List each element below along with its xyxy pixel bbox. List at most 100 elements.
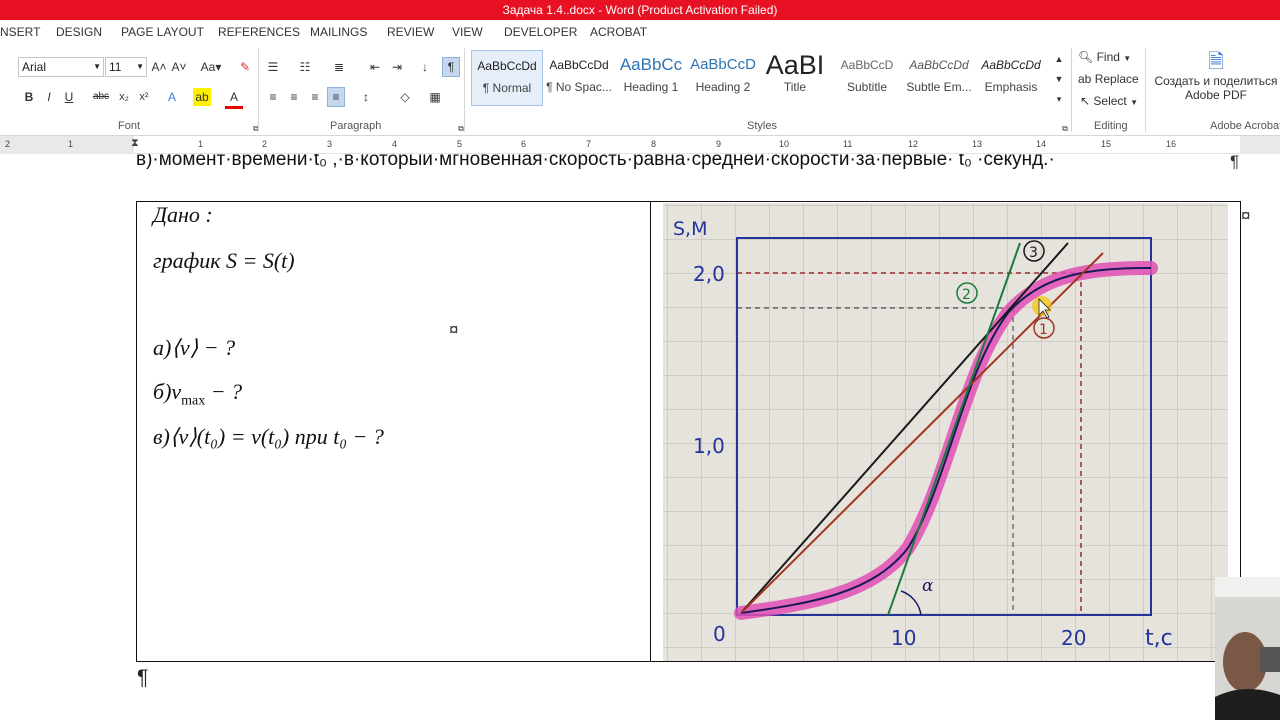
question-b-formula: б)vmax − ? — [153, 379, 242, 409]
tab-references[interactable]: REFERENCES — [218, 25, 300, 39]
align-center-icon[interactable]: ≡ — [285, 88, 303, 106]
separator — [258, 48, 259, 132]
line-label-2: 2 — [962, 287, 971, 303]
style-normal[interactable]: AaBbCcDd ¶ Normal — [471, 50, 543, 106]
tab-page-layout[interactable]: PAGE LAYOUT — [121, 25, 204, 39]
ruler-tick: 4 — [392, 139, 398, 149]
style-preview: AaBbCcDd — [981, 58, 1041, 72]
style-name: Subtle Em... — [906, 80, 972, 94]
borders-icon[interactable]: ▦ — [426, 88, 444, 106]
grow-font-icon[interactable]: A˄ — [150, 58, 168, 76]
styles-more-icon[interactable]: ▾ — [1050, 90, 1068, 108]
replace-button[interactable]: ab Replace — [1078, 72, 1139, 86]
style-subtitle[interactable]: AaBbCcD Subtitle — [831, 50, 903, 106]
tab-insert[interactable]: NSERT — [0, 25, 40, 39]
style-title[interactable]: AaBI Title — [759, 50, 831, 106]
align-right-icon[interactable]: ≡ — [306, 88, 324, 106]
question-c-text: в)·момент·времени·t₀ ,·в·который·мгновен… — [136, 154, 1055, 170]
ruler-tick: 3 — [327, 139, 333, 149]
font-name-box[interactable]: Arial ▼ — [18, 57, 104, 77]
font-size-box[interactable]: 11 ▼ — [105, 57, 147, 77]
style-preview: AaBbCcDd — [549, 58, 609, 72]
styles-scroll-down-icon[interactable]: ▼ — [1050, 70, 1068, 88]
style-name: Subtitle — [846, 80, 888, 94]
style-name: ¶ Normal — [482, 81, 532, 95]
graph-formula: график S = S(t) — [153, 248, 295, 273]
ruler-margin — [1240, 136, 1280, 154]
justify-icon[interactable]: ≡ — [327, 87, 345, 107]
tab-developer[interactable]: DEVELOPER — [504, 25, 577, 39]
indent-marker-icon[interactable]: ⧗ — [131, 137, 139, 150]
tab-review[interactable]: REVIEW — [387, 25, 434, 39]
ruler-tick: 2 — [5, 139, 11, 149]
ruler-tick: 12 — [908, 139, 919, 149]
table-divider — [650, 201, 651, 662]
tab-mailings[interactable]: MAILINGS — [310, 25, 367, 39]
given-label: Дано : — [153, 202, 213, 227]
cursor-icon: ↖ — [1080, 94, 1091, 108]
adobe-pdf-label: Adobe PDF — [1184, 88, 1248, 102]
numbering-icon[interactable]: ☷ — [296, 58, 314, 76]
y-tick: 1,0 — [693, 434, 725, 458]
tab-view[interactable]: VIEW — [452, 25, 483, 39]
question-c-formula: в)⟨v⟩(t₀) = v(t₀) при t₀ − ? — [153, 424, 384, 449]
style-subtle-emphasis[interactable]: AaBbCcDd Subtle Em... — [903, 50, 975, 106]
tab-design[interactable]: DESIGN — [56, 25, 102, 39]
create-pdf-label: Создать и поделиться — [1154, 74, 1278, 88]
ruler-tick: 11 — [843, 139, 853, 149]
ruler-tick: 7 — [586, 139, 592, 149]
italic-icon[interactable]: I — [40, 88, 58, 106]
ruler-tick: 10 — [779, 139, 790, 149]
highlight-icon[interactable]: ab — [193, 88, 211, 106]
window-title: Задача 1.4..docx - Word (Product Activat… — [502, 3, 778, 17]
styles-group-label: Styles — [747, 120, 777, 132]
acrobat-group-label: Adobe Acrobat — [1210, 120, 1280, 132]
style-preview: AaBbCcD — [690, 56, 756, 73]
show-marks-icon[interactable]: ¶ — [442, 57, 460, 77]
font-group-label: Font — [118, 120, 141, 132]
angle-label: α — [922, 576, 934, 596]
change-case-icon[interactable]: Aa▾ — [198, 58, 224, 76]
find-button[interactable]: 🔍︎ Find ▼ — [1078, 50, 1131, 64]
select-button[interactable]: ↖ Select ▼ — [1080, 94, 1138, 108]
find-icon: 🔍︎ — [1078, 50, 1094, 64]
paragraph-mark: ¶ — [1230, 154, 1240, 171]
decrease-indent-icon[interactable]: ⇤ — [366, 58, 384, 76]
sort-icon[interactable]: ↓ — [416, 58, 434, 76]
multilevel-list-icon[interactable]: ≣ — [330, 58, 348, 76]
style-heading-1[interactable]: AaBbCc Heading 1 — [615, 50, 687, 106]
create-pdf-button[interactable]: 🗎︎ Создать и поделиться Adobe PDF — [1152, 50, 1280, 102]
bold-icon[interactable]: B — [20, 88, 38, 106]
bullets-icon[interactable]: ☰ — [264, 58, 282, 76]
superscript-icon[interactable]: x² — [135, 88, 153, 106]
x-axis-label: t,c — [1145, 626, 1173, 651]
style-no-spacing[interactable]: AaBbCcDd ¶ No Spac... — [543, 50, 615, 106]
style-name: Emphasis — [984, 80, 1038, 94]
align-left-icon[interactable]: ≡ — [264, 88, 282, 106]
q-b-suffix: − ? — [205, 379, 243, 404]
ruler-tick: 5 — [457, 139, 463, 149]
shrink-font-icon[interactable]: A˅ — [170, 58, 188, 76]
strikethrough-icon[interactable]: abc — [90, 88, 112, 106]
underline-icon[interactable]: U — [60, 88, 78, 106]
font-color-icon[interactable]: A — [225, 88, 243, 109]
shading-icon[interactable]: ◇ — [396, 88, 414, 106]
x-tick: 20 — [1061, 626, 1086, 650]
tab-acrobat[interactable]: ACROBAT — [590, 25, 647, 39]
style-emphasis[interactable]: AaBbCcDd Emphasis — [975, 50, 1047, 106]
document-page[interactable]: в)·момент·времени·t₀ ,·в·который·мгновен… — [0, 154, 1280, 720]
select-label: Select — [1093, 94, 1127, 108]
line-spacing-icon[interactable]: ↕ — [357, 88, 375, 106]
text-effects-icon[interactable]: A — [163, 88, 181, 106]
style-heading-2[interactable]: AaBbCcD Heading 2 — [687, 50, 759, 106]
line-label-1: 1 — [1039, 322, 1048, 338]
chevron-down-icon: ▼ — [93, 62, 101, 71]
increase-indent-icon[interactable]: ⇥ — [388, 58, 406, 76]
horizontal-ruler[interactable]: 2 1 ⧗ 1 2 3 4 5 6 7 8 9 10 11 12 13 14 1… — [0, 136, 1280, 154]
clear-format-icon[interactable]: ✎ — [236, 58, 254, 76]
cell-end-mark: ¤ — [1241, 206, 1251, 225]
subscript-icon[interactable]: x₂ — [115, 88, 133, 106]
editing-group-label: Editing — [1094, 120, 1128, 132]
styles-scroll-up-icon[interactable]: ▲ — [1050, 50, 1068, 68]
style-preview: AaBI — [765, 50, 825, 80]
